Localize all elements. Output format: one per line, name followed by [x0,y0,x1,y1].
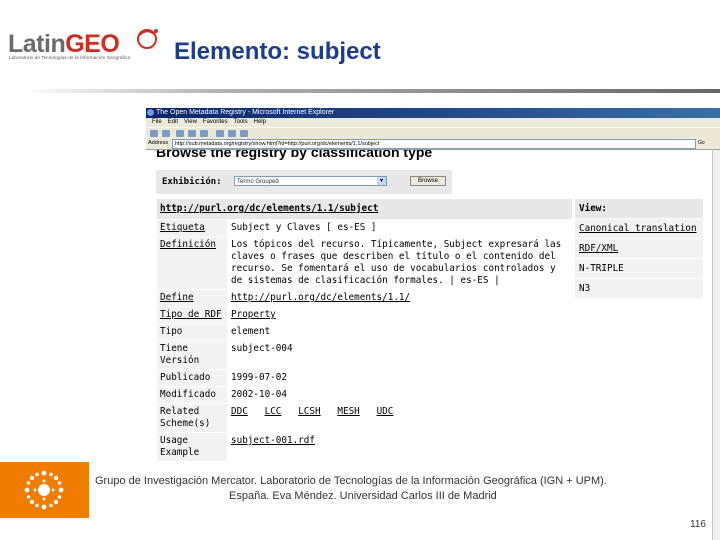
address-input[interactable]: http://sub.metadata.org/registry/show.ht… [172,139,696,149]
table-row: Definición Los tópicos del recurso. Típi… [156,236,573,290]
refresh-icon[interactable] [188,130,196,137]
internet-explorer-icon [147,109,154,116]
row-value-usage-example[interactable]: subject-001.rdf [227,432,573,462]
logo-wordmark: LatinGEO [8,30,120,58]
address-label: Address [148,140,169,146]
row-label-version: Tiene Versión [156,340,228,370]
exhibition-panel: Exhibición: Termo Grouped ▾ Browse [156,170,452,194]
exhibition-selected-value: Termo Grouped [237,179,279,185]
row-label-etiqueta[interactable]: Etiqueta [156,219,228,237]
scheme-link-mesh[interactable]: MESH [337,406,359,417]
view-link-canonical[interactable]: Canonical translation [574,218,704,239]
row-label-tipo: Tipo [156,323,228,341]
menu-file[interactable]: File [152,119,162,125]
table-row: Usage Example subject-001.rdf [156,432,573,462]
browse-button[interactable]: Browse [410,176,446,186]
scheme-link-ddc[interactable]: DDC [231,406,248,417]
sun-icon [24,470,64,510]
menu-bar: File Edit View Favorites Tools Help [146,118,720,127]
page-number: 116 [690,519,706,530]
scheme-link-udc[interactable]: UDC [377,406,394,417]
element-uri-link[interactable]: http://purl.org/dc/elements/1.1/subject [156,198,573,220]
element-details-table: http://purl.org/dc/elements/1.1/subject … [156,198,573,462]
address-bar: Address http://sub.metadata.org/registry… [146,138,720,150]
back-icon[interactable] [150,130,158,137]
row-label-publicado: Publicado [156,369,228,387]
page-heading: Browse the registry by classification ty… [156,150,433,160]
row-label-usage-example: Usage Example [156,432,228,462]
exhibition-label: Exhibición: [162,177,222,187]
row-label-definicion[interactable]: Definición [156,236,228,290]
search-icon[interactable] [216,130,224,137]
row-value-publicado: 1999-07-02 [227,369,573,387]
vertical-scrollbar[interactable] [712,150,720,540]
globe-swirl-icon [137,29,158,49]
logo-geo: GEO [65,30,120,58]
menu-view[interactable]: View [184,119,197,125]
row-label-related-schemes: Related Scheme(s) [156,403,228,433]
stop-icon[interactable] [176,130,184,137]
menu-favorites[interactable]: Favorites [203,119,228,125]
menu-help[interactable]: Help [254,119,266,125]
row-value-define[interactable]: http://purl.org/dc/elements/1.1/ [227,289,573,307]
logo-latin: Latin [8,30,66,58]
row-value-tipo: element [227,323,573,341]
table-row: Publicado 1999-07-02 [156,369,573,387]
history-icon[interactable] [240,130,248,137]
related-schemes-cell: DDC LCC LCSH MESH UDC [227,403,573,433]
scheme-link-lcc[interactable]: LCC [265,406,282,417]
chevron-down-icon[interactable]: ▾ [377,177,386,185]
footer-logo-box [0,462,89,518]
view-header: View: [574,198,704,219]
table-row: Modificado 2002-10-04 [156,386,573,404]
row-value-etiqueta: Subject y Claves [ es-ES ] [227,219,573,237]
view-link-n-triple[interactable]: N-TRIPLE [574,258,704,279]
favorites-icon[interactable] [228,130,236,137]
home-icon[interactable] [200,130,208,137]
footer-credit-line2: España. Eva Méndez. Universidad Carlos I… [229,490,497,502]
table-row: Define http://purl.org/dc/elements/1.1/ [156,289,573,307]
table-row: Etiqueta Subject y Claves [ es-ES ] [156,219,573,237]
table-row: Tipo element [156,323,573,341]
row-label-tipo-rdf[interactable]: Tipo de RDF [156,306,228,324]
slide-title: Elemento: subject [174,38,381,65]
footer-credit-line1: Grupo de Investigación Mercator. Laborat… [95,475,607,487]
window-titlebar: The Open Metadata Registry - Microsoft I… [146,108,720,118]
table-row: Tipo de RDF Property [156,306,573,324]
view-link-n3[interactable]: N3 [574,278,704,299]
window-title: The Open Metadata Registry - Microsoft I… [156,109,335,116]
logo-tagline: Laboratorio de Tecnologías de la Informa… [9,55,131,60]
element-uri-row: http://purl.org/dc/elements/1.1/subject [156,198,573,220]
row-value-version: subject-004 [227,340,573,370]
row-label-modificado: Modificado [156,386,228,404]
menu-tools[interactable]: Tools [234,119,248,125]
row-value-modificado: 2002-10-04 [227,386,573,404]
latingeo-logo: LatinGEO Laboratorio de Tecnologías de l… [8,26,158,64]
title-divider [18,89,720,93]
go-button[interactable]: Go [698,139,716,148]
table-row: Tiene Versión subject-004 [156,340,573,370]
row-value-tipo-rdf[interactable]: Property [227,306,573,324]
exhibition-select[interactable]: Termo Grouped ▾ [234,176,387,186]
table-row: Related Scheme(s) DDC LCC LCSH MESH UDC [156,403,573,433]
view-panel: View: Canonical translation RDF/XML N-TR… [574,198,704,299]
view-link-rdf-xml[interactable]: RDF/XML [574,238,704,259]
scheme-link-lcsh[interactable]: LCSH [298,406,320,417]
row-label-define[interactable]: Define [156,289,228,307]
menu-edit[interactable]: Edit [168,119,178,125]
row-value-definicion: Los tópicos del recurso. Típicamente, Su… [227,236,573,290]
forward-icon[interactable] [162,130,170,137]
